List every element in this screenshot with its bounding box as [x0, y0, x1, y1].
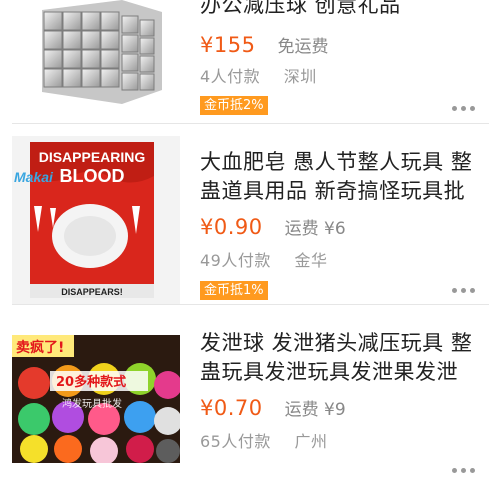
location: 广州	[294, 432, 328, 451]
location: 深圳	[283, 67, 317, 86]
product-image[interactable]	[12, 0, 180, 112]
packaging-text: DISAPPEARING	[39, 149, 146, 165]
product-card[interactable]: DISAPPEARING BLOOD DISAPPEARS! Makai 大血肥…	[0, 124, 489, 304]
more-options-icon[interactable]	[452, 288, 475, 293]
product-title[interactable]: 发泄球 发泄猪头减压玩具 整蛊玩具发泄玩具发泄果发泄	[200, 329, 477, 387]
watermark-text: 鸿发玩具批发	[62, 397, 122, 410]
coin-discount-badge: 金币抵2%	[200, 96, 268, 115]
packaging-text: BLOOD	[60, 166, 125, 186]
image-banner-text: 20多种款式	[56, 374, 126, 390]
sold-count: 65人付款	[200, 432, 271, 451]
product-price: ¥0.70	[200, 396, 263, 420]
product-title[interactable]: 大血肥皂 愚人节整人玩具 整蛊道具用品 新奇搞怪玩具批	[200, 148, 477, 206]
image-banner-text: 卖疯了!	[16, 339, 64, 356]
sold-count: 4人付款	[200, 67, 261, 86]
packaging-text: DISAPPEARS!	[61, 287, 123, 297]
product-price: ¥155	[200, 33, 256, 57]
product-card[interactable]: 卖疯了! 20多种款式 鸿发玩具批发 发泄球 发泄猪头减压玩具 整蛊玩具发泄玩具…	[0, 305, 489, 490]
watermark-text: Makai	[14, 169, 54, 185]
product-card[interactable]: 办公减压球 创意礼品 ¥155 免运费 4人付款 深圳 金币抵2%	[0, 0, 489, 124]
shipping-fee: 免运费	[277, 37, 329, 57]
coin-discount-badge: 金币抵1%	[200, 281, 268, 300]
more-options-icon[interactable]	[452, 106, 475, 111]
shipping-fee: 运费 ¥9	[284, 400, 346, 420]
sold-count: 49人付款	[200, 251, 271, 270]
product-title[interactable]: 办公减压球 创意礼品	[200, 0, 477, 20]
location: 金华	[294, 251, 328, 270]
more-options-icon[interactable]	[452, 468, 475, 473]
product-image[interactable]: DISAPPEARING BLOOD DISAPPEARS! Makai	[12, 136, 180, 304]
product-price: ¥0.90	[200, 215, 263, 239]
product-image[interactable]: 卖疯了! 20多种款式 鸿发玩具批发	[12, 335, 180, 463]
shipping-fee: 运费 ¥6	[284, 219, 346, 239]
